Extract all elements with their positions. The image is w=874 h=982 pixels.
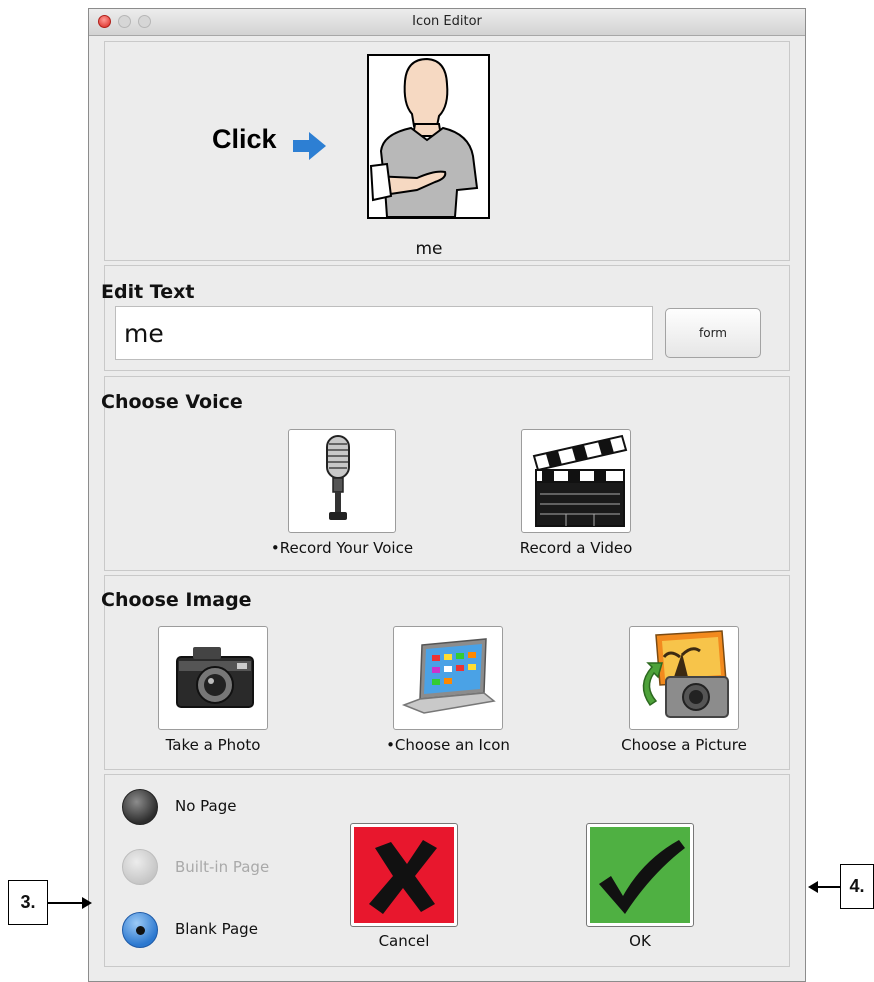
- person-pointing-icon: [369, 56, 488, 218]
- ok-label: OK: [629, 932, 651, 950]
- choose-icon-button[interactable]: [393, 626, 503, 730]
- camera-icon: [176, 647, 254, 708]
- record-voice-label: •Record Your Voice: [270, 539, 414, 557]
- choose-picture-label: Choose a Picture: [621, 736, 747, 754]
- icon-preview-label: me: [415, 239, 443, 259]
- icon-preview[interactable]: [367, 54, 490, 219]
- blank-page-radio[interactable]: [122, 912, 158, 948]
- no-page-radio[interactable]: [122, 789, 158, 825]
- icon-editor-window: Icon Editor Click me Edit Text form Choo…: [88, 8, 806, 982]
- take-photo-label: Take a Photo: [165, 736, 261, 754]
- take-photo-button[interactable]: [158, 626, 268, 730]
- blank-page-label: Blank Page: [175, 920, 258, 938]
- laptop-icon: [401, 638, 496, 714]
- edit-text-input[interactable]: [115, 306, 653, 360]
- callout-right: 4.: [840, 864, 874, 909]
- record-video-button[interactable]: [521, 429, 631, 533]
- record-video-label: Record a Video: [519, 539, 633, 557]
- choose-voice-heading: Choose Voice: [101, 391, 243, 413]
- checkmark-icon: [590, 827, 690, 923]
- edit-text-heading: Edit Text: [101, 281, 195, 303]
- record-voice-button[interactable]: [288, 429, 396, 533]
- callout-left-arrow-icon: [48, 897, 92, 909]
- no-page-label: No Page: [175, 797, 237, 815]
- choose-icon-label: •Choose an Icon: [386, 736, 510, 754]
- ok-button[interactable]: [586, 823, 694, 927]
- built-in-page-label: Built-in Page: [175, 858, 270, 876]
- window-title: Icon Editor: [412, 14, 482, 29]
- form-button[interactable]: form: [665, 308, 761, 358]
- click-hint: Click: [212, 124, 277, 154]
- callout-right-arrow-icon: [808, 881, 840, 893]
- photo-camera-icon: [642, 630, 729, 718]
- title-bar: Icon Editor: [89, 9, 805, 36]
- cancel-label: Cancel: [378, 932, 430, 950]
- cancel-button[interactable]: [350, 823, 458, 927]
- arrow-right-icon: [293, 132, 326, 160]
- callout-left: 3.: [8, 880, 48, 925]
- choose-image-heading: Choose Image: [101, 589, 252, 611]
- microphone-icon: [326, 435, 350, 520]
- choose-picture-button[interactable]: [629, 626, 739, 730]
- built-in-page-radio: [122, 849, 158, 885]
- cancel-x-icon: [354, 827, 454, 923]
- clapperboard-icon: [532, 434, 628, 527]
